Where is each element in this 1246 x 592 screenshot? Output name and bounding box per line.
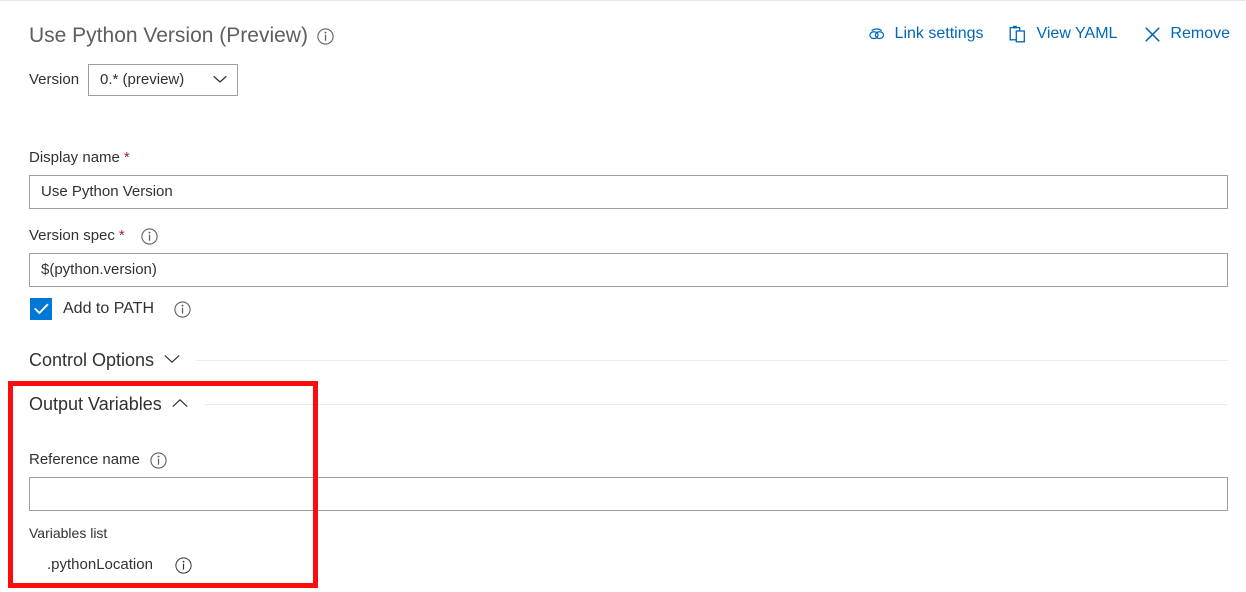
- variable-name: .pythonLocation: [47, 555, 153, 575]
- link-icon: [868, 25, 886, 43]
- link-settings-button[interactable]: Link settings: [868, 24, 984, 44]
- version-spec-label: Version spec: [29, 226, 115, 246]
- link-settings-label: Link settings: [895, 24, 984, 44]
- add-to-path-row: Add to PATH: [30, 298, 191, 320]
- section-control-options: Control Options: [29, 348, 1228, 372]
- chevron-up-icon: [172, 395, 188, 413]
- remove-label: Remove: [1170, 24, 1230, 44]
- page-title: Use Python Version (Preview): [29, 22, 308, 50]
- version-spec-input-value: $(python.version): [41, 260, 157, 280]
- view-yaml-button[interactable]: View YAML: [1009, 24, 1117, 44]
- section-control-options-toggle[interactable]: Control Options: [29, 348, 180, 372]
- display-name-input-value: Use Python Version: [41, 182, 173, 202]
- section-output-variables: Output Variables: [29, 392, 1228, 416]
- view-yaml-label: View YAML: [1036, 24, 1117, 44]
- checkmark-icon: [34, 303, 49, 315]
- reference-name-field: Reference name: [29, 450, 1228, 511]
- version-spec-info-icon[interactable]: [141, 228, 158, 245]
- display-name-required-marker: *: [124, 148, 130, 168]
- version-dropdown-value: 0.* (preview): [100, 70, 184, 90]
- section-output-variables-toggle[interactable]: Output Variables: [29, 392, 188, 416]
- reference-name-info-icon[interactable]: [150, 452, 167, 469]
- chevron-down-icon: [213, 71, 227, 89]
- clipboard-icon: [1009, 25, 1027, 43]
- section-output-variables-rule: [204, 404, 1228, 405]
- add-to-path-label: Add to PATH: [63, 299, 154, 319]
- version-label: Version: [29, 70, 79, 90]
- reference-name-label-row: Reference name: [29, 450, 1228, 470]
- panel-top-divider: [0, 0, 1246, 1]
- section-control-options-title: Control Options: [29, 348, 154, 372]
- add-to-path-checkbox[interactable]: [30, 298, 52, 320]
- version-spec-label-row: Version spec *: [29, 226, 1228, 246]
- version-dropdown[interactable]: 0.* (preview): [88, 64, 238, 96]
- list-item: .pythonLocation: [47, 555, 192, 575]
- display-name-label: Display name: [29, 148, 120, 168]
- close-icon: [1143, 25, 1161, 43]
- task-editor-panel: Use Python Version (Preview) Link settin…: [0, 0, 1246, 592]
- variables-list-label: Variables list: [29, 524, 107, 543]
- display-name-field: Display name * Use Python Version: [29, 148, 1228, 209]
- display-name-input[interactable]: Use Python Version: [29, 175, 1228, 209]
- section-control-options-rule: [196, 360, 1228, 361]
- header-actions: Link settings View YAML Remove: [868, 24, 1230, 44]
- remove-button[interactable]: Remove: [1143, 24, 1230, 44]
- reference-name-input[interactable]: [29, 477, 1228, 511]
- version-spec-input[interactable]: $(python.version): [29, 253, 1228, 287]
- section-output-variables-title: Output Variables: [29, 392, 162, 416]
- variable-info-icon[interactable]: [175, 557, 192, 574]
- reference-name-label: Reference name: [29, 450, 140, 470]
- display-name-label-row: Display name *: [29, 148, 1228, 168]
- version-spec-field: Version spec * $(python.version): [29, 226, 1228, 287]
- version-spec-required-marker: *: [119, 226, 125, 246]
- add-to-path-info-icon[interactable]: [174, 301, 191, 318]
- version-row: Version 0.* (preview): [29, 64, 238, 96]
- chevron-down-icon: [164, 351, 180, 369]
- task-title-info-icon[interactable]: [317, 28, 334, 45]
